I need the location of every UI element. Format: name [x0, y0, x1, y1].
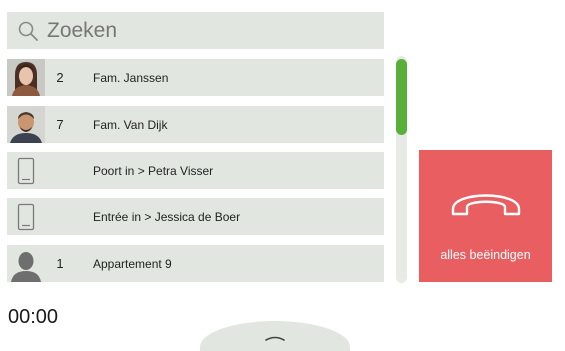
hang-up-icon: [449, 183, 523, 224]
call-row[interactable]: Poort in > Petra Visser: [7, 152, 384, 189]
call-number: 2: [56, 70, 64, 85]
drawer-handle[interactable]: [200, 321, 350, 351]
scrollbar[interactable]: [396, 56, 407, 283]
call-label: Fam. Van Dijk: [93, 117, 168, 132]
search-bar[interactable]: [7, 12, 384, 49]
call-label: Entrée in > Jessica de Boer: [93, 209, 241, 224]
call-timer: 00:00: [8, 306, 59, 328]
call-number: 1: [56, 256, 64, 271]
avatar: [7, 106, 45, 143]
call-number: 7: [56, 117, 64, 132]
search-input[interactable]: [47, 18, 347, 43]
person-silhouette-icon: [7, 245, 45, 282]
call-label: Appartement 9: [93, 256, 172, 271]
avatar: [7, 59, 45, 96]
call-row[interactable]: 1 Appartement 9: [7, 245, 384, 282]
call-row[interactable]: 2 Fam. Janssen: [7, 59, 384, 96]
scrollbar-thumb[interactable]: [396, 59, 407, 135]
call-label: Poort in > Petra Visser: [93, 163, 214, 178]
call-row[interactable]: 7 Fam. Van Dijk: [7, 106, 384, 143]
call-row[interactable]: Entrée in > Jessica de Boer: [7, 198, 384, 235]
door-station-icon: [7, 152, 45, 189]
end-all-label: alles beëindigen: [440, 248, 531, 262]
call-label: Fam. Janssen: [93, 70, 169, 85]
end-all-calls-button[interactable]: alles beëindigen: [419, 150, 552, 282]
chevron-up-icon: [264, 329, 286, 351]
search-icon: [17, 19, 41, 43]
door-station-icon: [7, 198, 45, 235]
